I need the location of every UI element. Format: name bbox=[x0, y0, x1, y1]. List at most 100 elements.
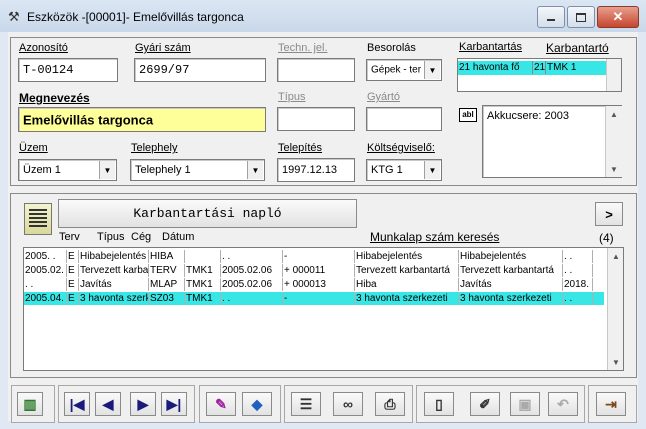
table-cell: E bbox=[67, 292, 79, 305]
delete-button[interactable]: ▥ bbox=[17, 392, 43, 416]
delete-icon: ▥ bbox=[23, 396, 37, 412]
koltsegviselo-combo[interactable]: KTG 1 ▼ bbox=[366, 159, 442, 181]
munkalap-search-link[interactable]: Munkalap szám keresés bbox=[370, 230, 499, 244]
table-cell: TMK 1 bbox=[547, 62, 577, 73]
scrollbar[interactable] bbox=[606, 59, 621, 91]
table-cell: 2005. . bbox=[24, 250, 67, 263]
table-cell: 21 bbox=[534, 61, 546, 74]
table-cell: 2018. bbox=[563, 278, 593, 291]
naplo-next-button[interactable]: > bbox=[595, 202, 623, 226]
tipus-label: Típus bbox=[278, 91, 306, 103]
list-edit-button[interactable]: ☰ bbox=[291, 392, 321, 416]
gyarto-field[interactable] bbox=[366, 107, 442, 131]
gyari-szam-label: Gyári szám bbox=[135, 42, 191, 54]
print-button[interactable]: ⎙ bbox=[375, 392, 405, 416]
prev-icon: ◀ bbox=[102, 396, 114, 412]
techn-jel-field[interactable] bbox=[277, 58, 355, 82]
table-cell: E bbox=[67, 264, 79, 277]
table-cell: SZ03 bbox=[149, 292, 185, 305]
undo-button[interactable]: ↶ bbox=[548, 392, 578, 416]
window-title: Eszközök -[00001]- Emelővillás targonca bbox=[27, 10, 244, 24]
table-cell: Hibabejelentés bbox=[459, 250, 563, 263]
karbantartas-label: Karbantartás bbox=[459, 41, 522, 53]
exit-button[interactable]: ⇥ bbox=[596, 392, 626, 416]
table-row[interactable]: 2005.04. E 3 havonta szerke SZ03 TMK1 . .-3 … bbox=[24, 292, 604, 305]
maximize-button[interactable] bbox=[567, 6, 595, 28]
table-cell: Javítás bbox=[459, 278, 563, 291]
table-cell: Hibabejelentés bbox=[355, 250, 459, 263]
chevron-down-icon[interactable]: ▼ bbox=[424, 61, 440, 79]
last-icon: ▶| bbox=[166, 396, 182, 412]
megnevezes-field[interactable]: Emelővillás targonca bbox=[18, 107, 266, 132]
table-cell: . . bbox=[24, 278, 67, 291]
journal-icon bbox=[24, 203, 52, 235]
besorolas-combo[interactable]: Gépek - ter ▼ bbox=[366, 59, 442, 81]
chevron-down-icon[interactable]: ▼ bbox=[247, 161, 263, 179]
header-ceg: Cég bbox=[131, 231, 152, 243]
scroll-up-icon[interactable]: ▲ bbox=[606, 106, 622, 122]
table-cell: 3 havonta szerkezeti bbox=[355, 292, 459, 305]
sort-button[interactable]: ◆ bbox=[242, 392, 272, 416]
table-cell: Tervezett karbant bbox=[80, 264, 149, 277]
undo-icon: ↶ bbox=[557, 396, 569, 412]
last-record-button[interactable]: ▶| bbox=[161, 392, 187, 416]
next-icon: ▶ bbox=[137, 396, 149, 412]
gyari-szam-field[interactable]: 2699/97 bbox=[134, 58, 266, 82]
table-row[interactable]: 2005.02.ETervezett karbantTERVTMK12005.0… bbox=[24, 264, 604, 277]
edit-list-icon: ☰ bbox=[299, 396, 313, 412]
table-cell: TMK1 bbox=[185, 278, 221, 291]
telepites-field[interactable]: 1997.12.13 bbox=[277, 158, 355, 182]
minimize-button[interactable] bbox=[537, 6, 565, 28]
table-row[interactable]: 2005. . E Hibabejelentés HIBA . . - Hibabejel… bbox=[24, 250, 604, 263]
azonosito-label: Azonosító bbox=[19, 42, 68, 54]
table-cell: Hibabejelentés bbox=[79, 250, 149, 263]
table-cell: TMK1 bbox=[185, 264, 221, 277]
note-field[interactable]: Akkucsere: 2003 ▲ ▼ bbox=[482, 105, 622, 178]
techn-jel-label: Techn. jel. bbox=[278, 42, 328, 54]
header-terv: Terv bbox=[59, 231, 80, 243]
azonosito-field[interactable]: T-00124 bbox=[18, 58, 118, 82]
new-icon: ▯ bbox=[435, 396, 443, 412]
gyarto-label: Gyártó bbox=[367, 91, 401, 103]
note-text: Akkucsere: 2003 bbox=[487, 110, 569, 122]
telephely-label: Telephely bbox=[131, 142, 178, 154]
filter-button[interactable]: ✎ bbox=[206, 392, 236, 416]
megnevezes-label: Megnevezés bbox=[19, 91, 90, 105]
naplo-grid[interactable]: 2005. . E Hibabejelentés HIBA . . - Hibabejel… bbox=[23, 247, 624, 371]
telepites-label: Telepítés bbox=[278, 142, 323, 154]
prev-record-button[interactable]: ◀ bbox=[95, 392, 121, 416]
table-cell: - bbox=[283, 292, 355, 305]
table-row[interactable]: 21 havonta fő 21 TMK 1 bbox=[458, 61, 606, 75]
save-icon: ▣ bbox=[518, 396, 532, 412]
filter-icon: ✎ bbox=[215, 396, 227, 412]
new-button[interactable]: ▯ bbox=[424, 392, 454, 416]
scrollbar[interactable]: ▲ ▼ bbox=[607, 248, 623, 370]
scrollbar[interactable]: ▲ ▼ bbox=[605, 106, 622, 177]
telephely-combo[interactable]: Telephely 1 ▼ bbox=[130, 159, 265, 181]
table-cell: MLAP bbox=[149, 278, 185, 291]
edit-button[interactable]: ✐ bbox=[470, 392, 500, 416]
uzem-label: Üzem bbox=[19, 142, 48, 154]
print-icon: ⎙ bbox=[384, 396, 396, 412]
chevron-down-icon[interactable]: ▼ bbox=[99, 161, 115, 179]
table-cell: . . bbox=[563, 264, 593, 277]
scroll-down-icon[interactable]: ▼ bbox=[608, 354, 623, 370]
scroll-down-icon[interactable]: ▼ bbox=[606, 161, 622, 177]
search-button[interactable]: ∞ bbox=[333, 392, 363, 416]
uzem-combo[interactable]: Üzem 1 ▼ bbox=[18, 159, 117, 181]
table-cell: 2005.02.06 bbox=[221, 264, 283, 277]
save-button[interactable]: ▣ bbox=[510, 392, 540, 416]
karbantartasi-naplo-button[interactable]: Karbantartási napló bbox=[58, 199, 357, 228]
tipus-field[interactable] bbox=[277, 107, 355, 131]
table-cell: 2005.02. bbox=[24, 264, 67, 277]
karbantarto-label: Karbantartó bbox=[546, 41, 609, 55]
close-button[interactable]: ✕ bbox=[597, 6, 639, 28]
first-record-button[interactable]: |◀ bbox=[64, 392, 90, 416]
first-icon: |◀ bbox=[69, 396, 85, 412]
chevron-down-icon[interactable]: ▼ bbox=[424, 161, 440, 179]
karbantartas-grid[interactable]: 21 havonta fő 21 TMK 1 bbox=[457, 58, 622, 92]
next-record-button[interactable]: ▶ bbox=[130, 392, 156, 416]
scroll-up-icon[interactable]: ▲ bbox=[608, 248, 623, 264]
table-cell bbox=[185, 250, 221, 263]
table-row[interactable]: . . E Javítás MLAP TMK1 2005.02.06 + 000013 Hib… bbox=[24, 278, 604, 291]
